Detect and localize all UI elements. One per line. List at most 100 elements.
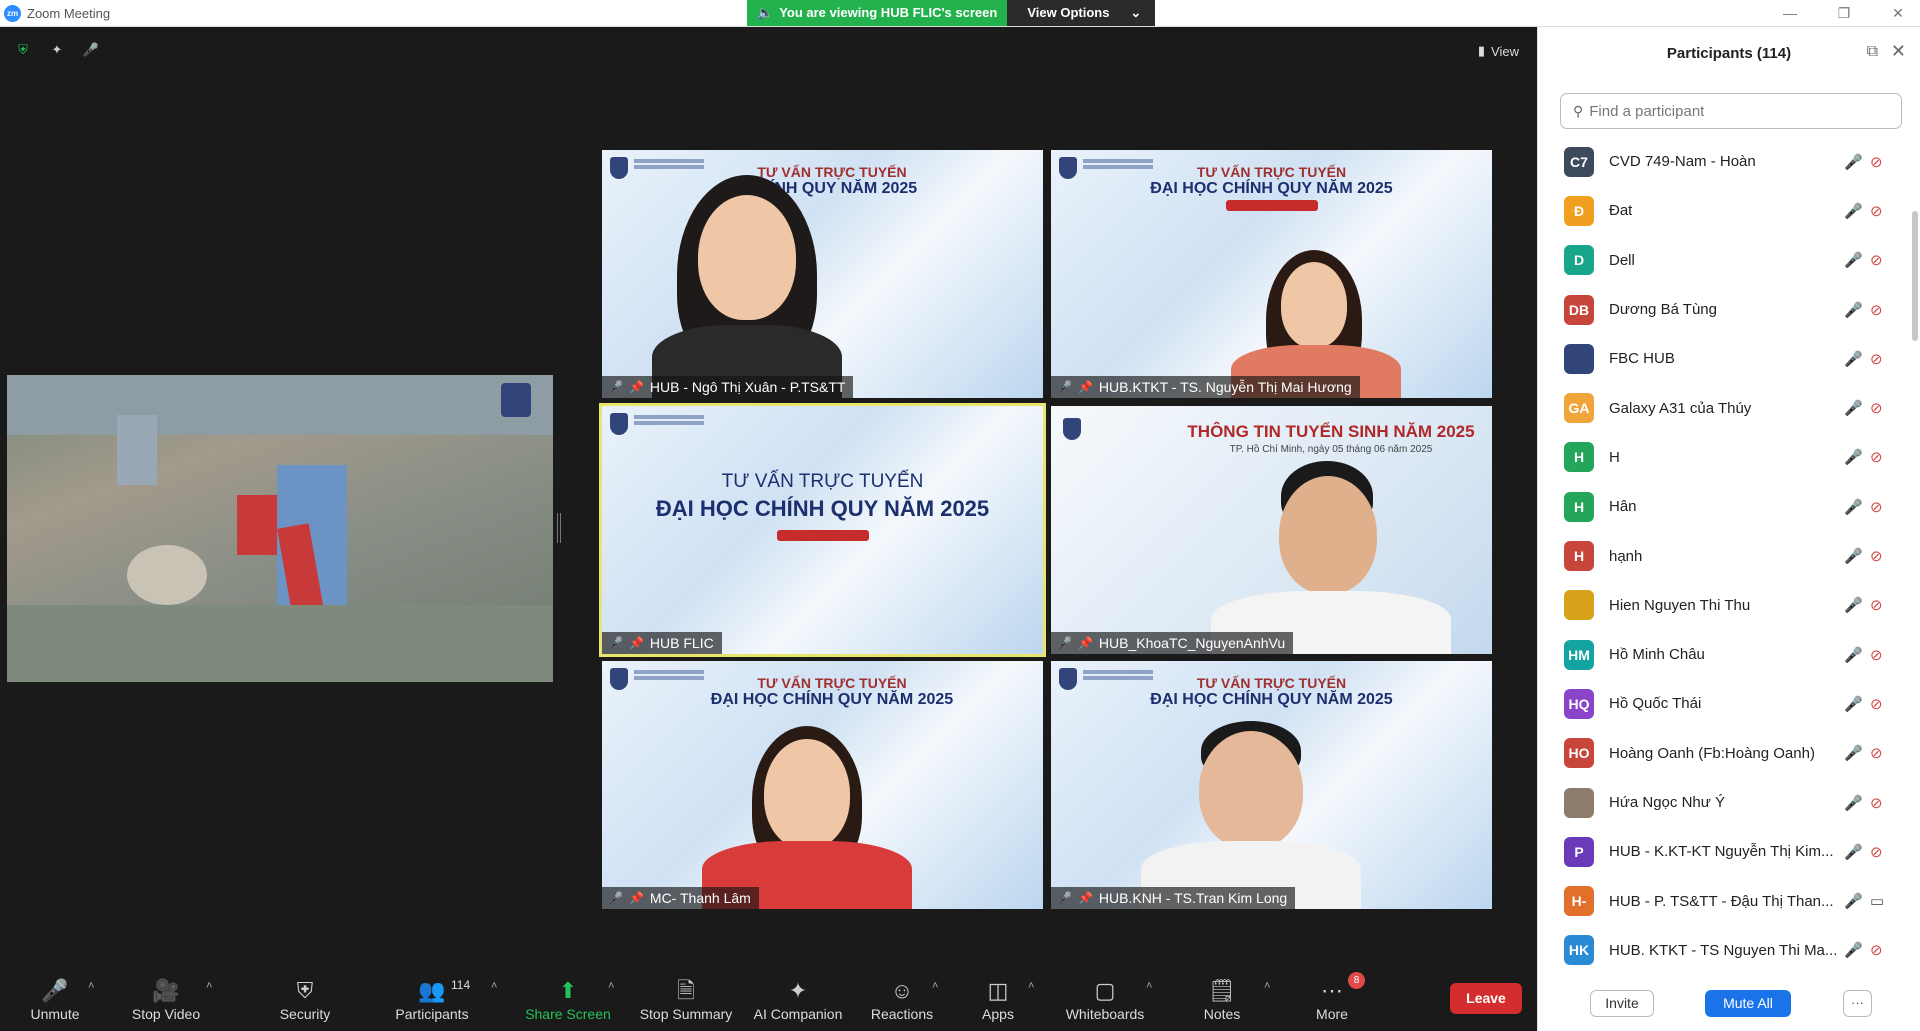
video-off-icon[interactable]: ⊘ [1870, 202, 1883, 220]
mic-muted-icon[interactable]: 🎤 [1844, 941, 1863, 959]
mic-muted-icon[interactable]: 🎤 [1844, 251, 1863, 269]
mic-muted-icon[interactable]: 🎤 [1844, 153, 1863, 171]
close-window-button[interactable]: ✕ [1886, 0, 1910, 27]
whiteboards-button[interactable]: ▢ Whiteboards [1055, 976, 1155, 1022]
video-off-icon[interactable]: ⊘ [1870, 498, 1883, 516]
video-tile[interactable]: TƯ VẤN TRỰC TUYẾN ĐẠI HỌC CHÍNH QUY NĂM … [602, 661, 1043, 909]
participant-row[interactable]: HO Hoàng Oanh (Fb:Hoàng Oanh) 🎤 ⊘ [1538, 729, 1900, 778]
more-options-button[interactable]: ··· [1843, 990, 1872, 1017]
video-tile-active[interactable]: TƯ VẤN TRỰC TUYẾN ĐẠI HỌC CHÍNH QUY NĂM … [599, 403, 1046, 657]
mic-muted-icon[interactable]: 🎤 [1844, 794, 1863, 812]
mic-muted-icon[interactable]: 🎤 [1844, 646, 1863, 664]
banner-heading: TƯ VẤN TRỰC TUYẾN [1196, 164, 1347, 180]
participant-name: Hoàng Oanh (Fb:Hoàng Oanh) [1609, 744, 1815, 762]
mic-muted-icon[interactable]: 🎤 [1844, 350, 1863, 368]
participant-row[interactable]: DB Dương Bá Tùng 🎤 ⊘ [1538, 285, 1900, 334]
video-on-icon[interactable]: ▭ [1870, 892, 1884, 910]
video-off-icon[interactable]: ⊘ [1870, 646, 1883, 664]
mic-muted-icon[interactable]: 🎤 [1844, 547, 1863, 565]
view-button[interactable]: ▮ View [1478, 43, 1519, 59]
audio-options-caret[interactable]: ˄ [88, 980, 94, 992]
video-tile[interactable]: TƯ VẤN TRỰC TUYẾN ĐẠI HỌC CHÍNH QUY NĂM … [1051, 661, 1492, 909]
mic-muted-icon[interactable]: 🎤 [1844, 448, 1863, 466]
shared-screen[interactable] [7, 375, 553, 682]
stop-video-button[interactable]: 🎥 Stop Video [116, 976, 216, 1022]
participant-row[interactable]: HM Hồ Minh Châu 🎤 ⊘ [1538, 630, 1900, 679]
mic-muted-icon[interactable]: 🎤 [1844, 744, 1863, 762]
participant-row[interactable]: GA Galaxy A31 của Thúy 🎤 ⊘ [1538, 383, 1900, 432]
share-options-caret[interactable]: ˄ [608, 980, 614, 992]
participant-face [1281, 262, 1347, 348]
participant-row[interactable]: FBC HUB 🎤 ⊘ [1538, 334, 1900, 383]
video-off-icon[interactable]: ⊘ [1870, 399, 1883, 417]
view-options-button[interactable]: View Options ⌄ [1007, 0, 1156, 26]
stop-summary-button[interactable]: 🗎 Stop Summary [636, 976, 736, 1022]
mute-all-button[interactable]: Mute All [1705, 990, 1791, 1017]
participants-options-caret[interactable]: ˄ [491, 980, 497, 992]
minimize-button[interactable]: — [1778, 0, 1802, 27]
video-off-icon[interactable]: ⊘ [1870, 941, 1883, 959]
leave-button[interactable]: Leave [1450, 983, 1522, 1014]
encryption-shield-icon[interactable]: ⛨ [14, 41, 32, 59]
mic-muted-icon[interactable]: 🎤 [1844, 892, 1863, 910]
mic-muted-icon[interactable]: 🎤 [1844, 596, 1863, 614]
share-screen-button[interactable]: ⬆ Share Screen [518, 976, 618, 1022]
participant-nameplate: 🎤 📌 HUB FLIC [602, 632, 722, 654]
apps-options-caret[interactable]: ˄ [1028, 980, 1034, 992]
participant-name: Dell [1609, 251, 1635, 269]
participant-row[interactable]: H Hân 🎤 ⊘ [1538, 482, 1900, 531]
video-off-icon[interactable]: ⊘ [1870, 153, 1883, 171]
video-off-icon[interactable]: ⊘ [1870, 843, 1883, 861]
whiteboards-options-caret[interactable]: ˄ [1146, 980, 1152, 992]
participant-row[interactable]: D Dell 🎤 ⊘ [1538, 236, 1900, 285]
video-off-icon[interactable]: ⊘ [1870, 695, 1883, 713]
resize-handle[interactable] [557, 513, 561, 543]
invite-button[interactable]: Invite [1590, 990, 1654, 1017]
notes-options-caret[interactable]: ˄ [1264, 980, 1270, 992]
participant-row[interactable]: Hứa Ngọc Như Ý 🎤 ⊘ [1538, 778, 1900, 827]
video-off-icon[interactable]: ⊘ [1870, 350, 1883, 368]
pop-out-icon[interactable]: ⧉ [1867, 43, 1878, 61]
security-button[interactable]: ⛨ Security [255, 976, 355, 1022]
restore-button[interactable]: ❐ [1832, 0, 1856, 27]
participant-row[interactable]: H H 🎤 ⊘ [1538, 433, 1900, 482]
participant-row[interactable]: HK HUB. KTKT - TS Nguyen Thi Ma... 🎤 ⊘ [1538, 926, 1900, 975]
participant-row[interactable]: HQ Hồ Quốc Thái 🎤 ⊘ [1538, 679, 1900, 728]
ai-sparkle-icon[interactable]: ✦ [48, 41, 66, 59]
reactions-options-caret[interactable]: ˄ [932, 980, 938, 992]
video-off-icon[interactable]: ⊘ [1870, 547, 1883, 565]
ai-companion-button[interactable]: ✦ AI Companion [748, 976, 848, 1022]
video-off-icon[interactable]: ⊘ [1870, 744, 1883, 762]
video-tile[interactable]: TƯ VẤN TRỰC TUYẾN CHÍNH QUY NĂM 2025 🎤 📌… [602, 150, 1043, 398]
mic-muted-icon[interactable]: 🎤 [1844, 498, 1863, 516]
mic-muted-icon[interactable]: 🎤 [1844, 202, 1863, 220]
video-tile[interactable]: TƯ VẤN TRỰC TUYẾN ĐẠI HỌC CHÍNH QUY NĂM … [1051, 150, 1492, 398]
participant-row[interactable]: H- HUB - P. TS&TT - Đậu Thị Than... 🎤 ▭ [1538, 876, 1900, 925]
participant-row[interactable]: Hhạnh 🎤 ⊘ [1538, 531, 1900, 580]
stop-summary-label: Stop Summary [639, 1006, 733, 1022]
close-icon[interactable]: ✕ [1891, 41, 1906, 62]
video-off-icon[interactable]: ⊘ [1870, 301, 1883, 319]
video-off-icon[interactable]: ⊘ [1870, 596, 1883, 614]
more-button[interactable]: ⋯ More [1282, 976, 1382, 1022]
participant-row[interactable]: C7 CVD 749-Nam - Hoàn 🎤 ⊘ [1538, 137, 1900, 186]
video-options-caret[interactable]: ˄ [206, 980, 212, 992]
video-off-icon[interactable]: ⊘ [1870, 251, 1883, 269]
participant-row[interactable]: P HUB - K.KT-KT Nguyễn Thị Kim... 🎤 ⊘ [1538, 827, 1900, 876]
notes-icon: 🗒 [1208, 978, 1236, 1003]
mic-muted-icon[interactable]: 🎤 [1844, 695, 1863, 713]
search-input[interactable] [1589, 102, 1880, 120]
whiteboards-label: Whiteboards [1065, 1006, 1145, 1022]
participant-row[interactable]: Hien Nguyen Thi Thu 🎤 ⊘ [1538, 581, 1900, 630]
audio-icon[interactable]: 🎤 [82, 41, 100, 59]
meeting-area: ⛨ ✦ 🎤 ▮ View TƯ VẤN TRỰC TUYẾN CHÍNH QUY… [0, 27, 1537, 962]
participant-list-scrollbar[interactable] [1912, 211, 1918, 341]
video-off-icon[interactable]: ⊘ [1870, 794, 1883, 812]
notes-button[interactable]: 🗒 Notes [1172, 976, 1272, 1022]
mic-muted-icon[interactable]: 🎤 [1844, 301, 1863, 319]
video-off-icon[interactable]: ⊘ [1870, 448, 1883, 466]
participant-row[interactable]: Đ Đat 🎤 ⊘ [1538, 186, 1900, 235]
mic-muted-icon[interactable]: 🎤 [1844, 843, 1863, 861]
mic-muted-icon[interactable]: 🎤 [1844, 399, 1863, 417]
video-tile[interactable]: THÔNG TIN TUYỂN SINH NĂM 2025 TP. Hồ Chí… [1051, 406, 1492, 654]
